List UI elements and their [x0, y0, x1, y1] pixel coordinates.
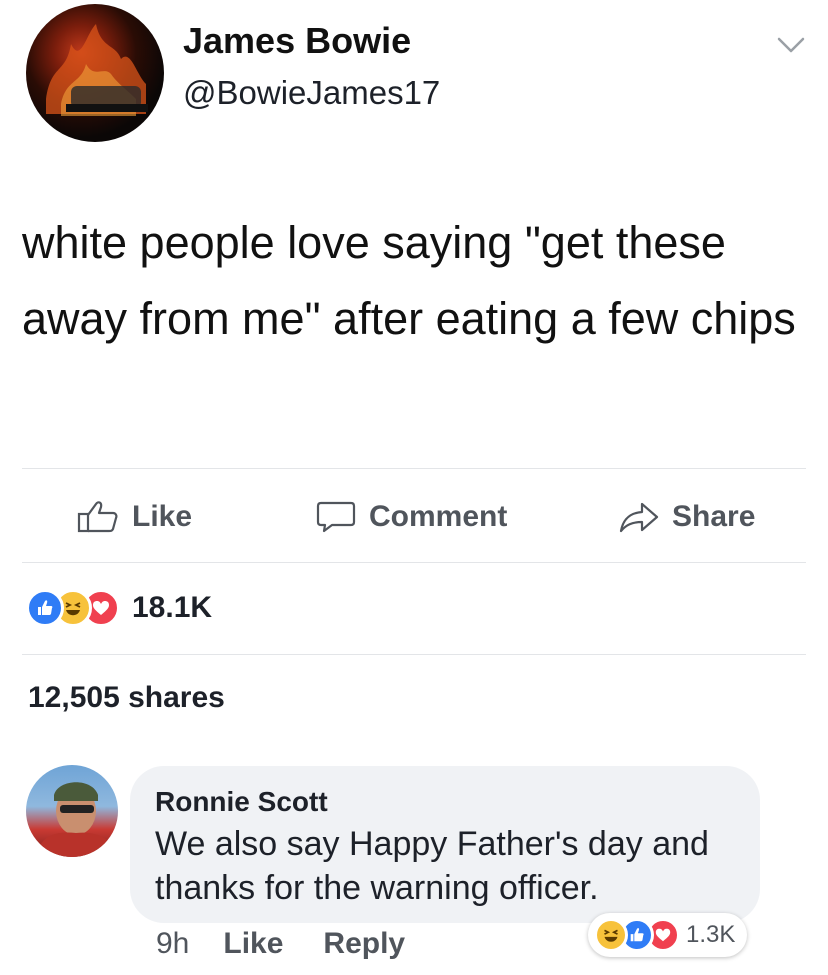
comment-label: Comment: [369, 500, 508, 533]
like-reaction-icon: [26, 589, 64, 627]
comment-reaction-summary[interactable]: 1.3K: [588, 913, 748, 957]
chevron-down-icon[interactable]: [776, 34, 806, 56]
comment-reaction-count: 1.3K: [686, 921, 736, 948]
post-header: James Bowie @BowieJames17: [0, 0, 828, 150]
divider: [22, 654, 806, 655]
speech-bubble-icon: [316, 501, 356, 533]
comment-like-button[interactable]: Like: [223, 927, 283, 961]
divider: [22, 468, 806, 469]
share-arrow-icon: [619, 502, 659, 533]
comment-reply-button[interactable]: Reply: [323, 927, 405, 961]
reaction-summary[interactable]: 18.1K: [26, 588, 212, 628]
comment-bubble: Ronnie Scott We also say Happy Father's …: [130, 766, 760, 923]
comment-timestamp[interactable]: 9h: [156, 927, 189, 961]
author-name[interactable]: James Bowie: [183, 20, 411, 62]
author-handle[interactable]: @BowieJames17: [183, 74, 440, 112]
commenter-avatar[interactable]: [26, 765, 118, 857]
comment-button[interactable]: Comment: [315, 500, 507, 534]
thumbs-up-icon: [77, 501, 118, 533]
commenter-avatar-image: [36, 782, 116, 857]
reaction-count: 18.1K: [132, 591, 213, 624]
like-label: Like: [132, 500, 193, 533]
author-avatar[interactable]: [26, 4, 164, 142]
avatar-image: [46, 24, 148, 116]
shares-count[interactable]: 12,505 shares: [28, 681, 225, 715]
haha-reaction-icon: [594, 918, 628, 952]
share-label: Share: [672, 500, 756, 533]
like-button[interactable]: Like: [76, 500, 192, 534]
comment-meta: 9h Like Reply: [156, 927, 405, 961]
action-bar: Like Comment Share: [0, 488, 828, 548]
comment-text: We also say Happy Father's day and thank…: [155, 825, 709, 907]
divider: [22, 562, 806, 563]
post-text: white people love saying "get these away…: [22, 217, 796, 344]
share-button[interactable]: Share: [618, 500, 755, 534]
commenter-name[interactable]: Ronnie Scott: [155, 786, 328, 818]
